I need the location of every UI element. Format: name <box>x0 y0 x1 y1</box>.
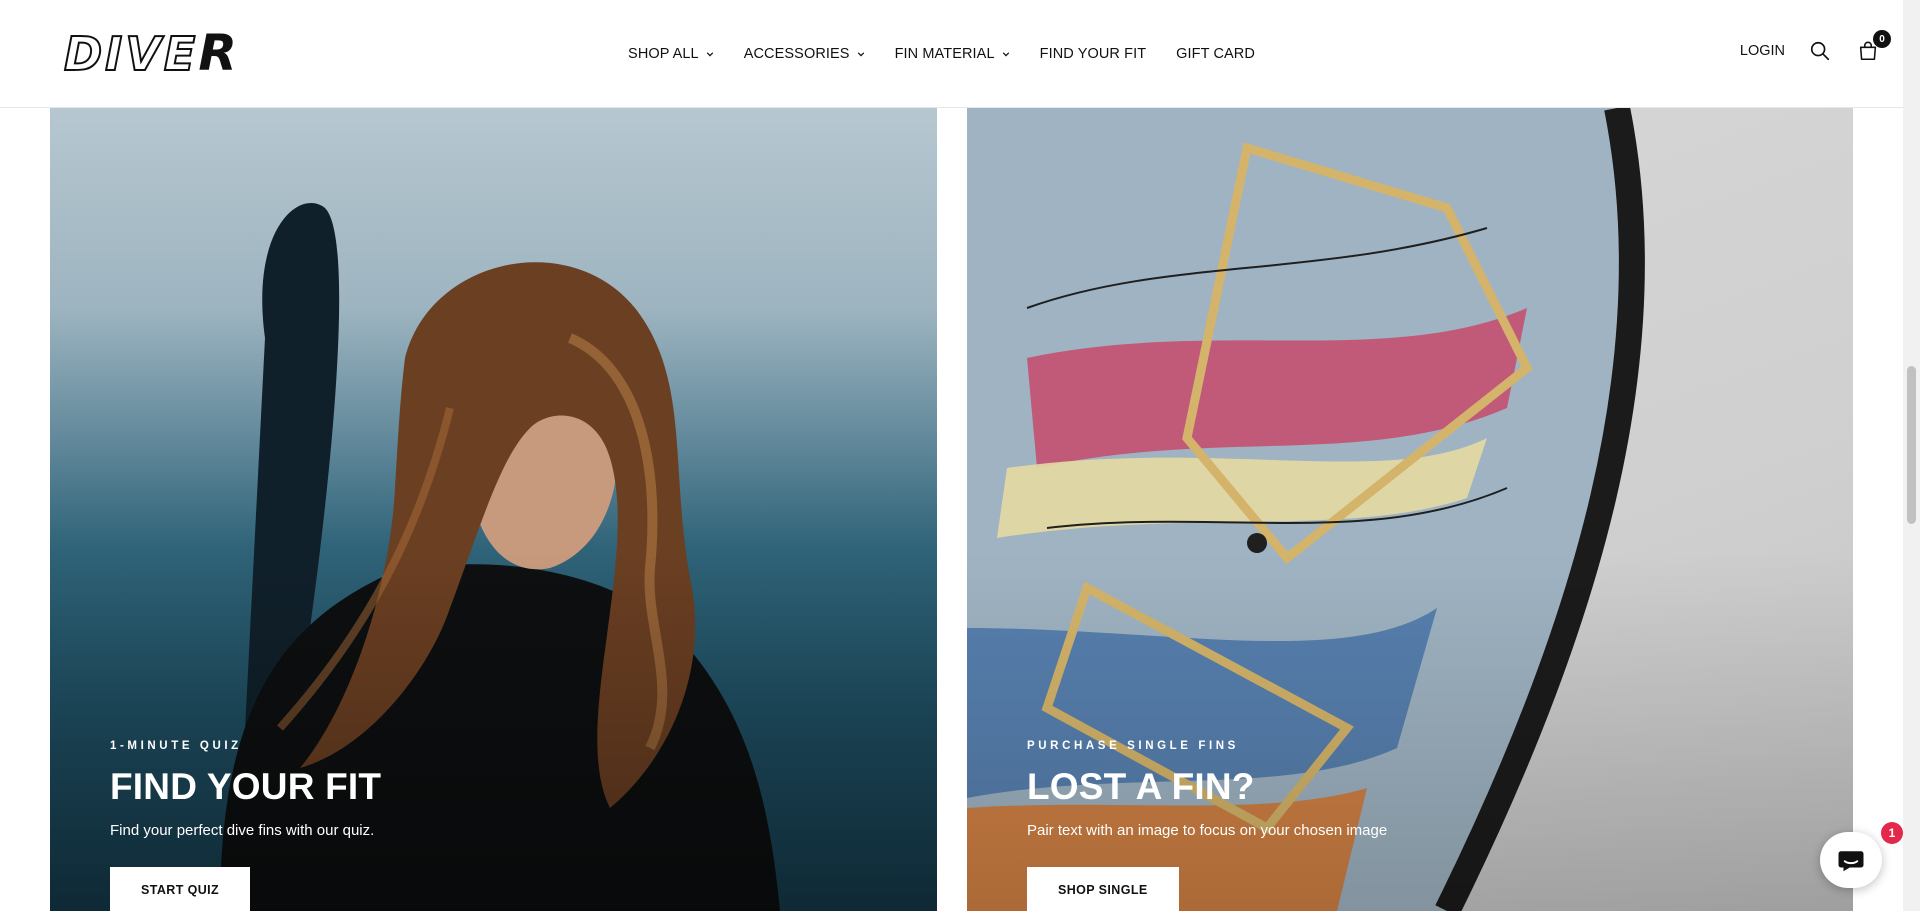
scrollbar-thumb[interactable] <box>1907 366 1916 524</box>
nav-item-label: ACCESSORIES <box>743 46 850 62</box>
chevron-down-icon <box>1002 52 1009 57</box>
nav-item-label: FIN MATERIAL <box>894 46 995 62</box>
page-scrollbar[interactable] <box>1903 0 1920 911</box>
panel-eyebrow: 1-MINUTE QUIZ <box>110 740 242 752</box>
chat-launcher-button[interactable] <box>1820 832 1882 888</box>
cart-icon[interactable]: 0 <box>1855 30 1891 64</box>
cart-count-badge: 0 <box>1873 30 1891 48</box>
chat-notification-badge: 1 <box>1881 822 1903 844</box>
promo-panel-find-your-fit: 1-MINUTE QUIZ FIND YOUR FIT Find your pe… <box>50 108 937 911</box>
nav-item-label: FIND YOUR FIT <box>1039 46 1147 62</box>
panel-title: FIND YOUR FIT <box>110 766 382 807</box>
login-link[interactable]: LOGIN <box>1740 43 1785 59</box>
chevron-down-icon <box>857 52 864 57</box>
panel-caption: PURCHASE SINGLE FINS LOST A FIN? Pair te… <box>1027 740 1387 911</box>
nav-item-find-your-fit[interactable]: FIND YOUR FIT <box>1040 46 1147 62</box>
nav-item-label: GIFT CARD <box>1176 46 1255 62</box>
nav-item-gift-card[interactable]: GIFT CARD <box>1176 46 1255 62</box>
nav-item-fin-material[interactable]: FIN MATERIAL <box>895 46 1010 62</box>
nav-item-label: SHOP ALL <box>628 46 699 62</box>
panel-description: Pair text with an image to focus on your… <box>1027 822 1388 839</box>
promo-panel-lost-a-fin: PURCHASE SINGLE FINS LOST A FIN? Pair te… <box>967 108 1853 911</box>
main-nav: SHOP ALL ACCESSORIES FIN MATERIAL FIND Y… <box>0 0 1903 108</box>
panel-title: LOST A FIN? <box>1027 766 1255 807</box>
site-header: DIVER SHOP ALL ACCESSORIES FIN MATERIAL … <box>0 0 1903 108</box>
panel-description: Find your perfect dive fins with our qui… <box>110 822 375 839</box>
nav-item-accessories[interactable]: ACCESSORIES <box>744 46 865 62</box>
panel-caption: 1-MINUTE QUIZ FIND YOUR FIT Find your pe… <box>110 740 381 911</box>
nav-item-shop-all[interactable]: SHOP ALL <box>628 46 714 62</box>
chevron-down-icon <box>706 52 713 57</box>
chat-icon <box>1838 851 1864 872</box>
start-quiz-button[interactable]: START QUIZ <box>110 867 251 911</box>
header-actions: LOGIN 0 <box>1740 30 1891 64</box>
panel-eyebrow: PURCHASE SINGLE FINS <box>1027 740 1239 752</box>
shop-single-button[interactable]: SHOP SINGLE <box>1027 867 1179 911</box>
search-icon[interactable] <box>1807 38 1833 64</box>
